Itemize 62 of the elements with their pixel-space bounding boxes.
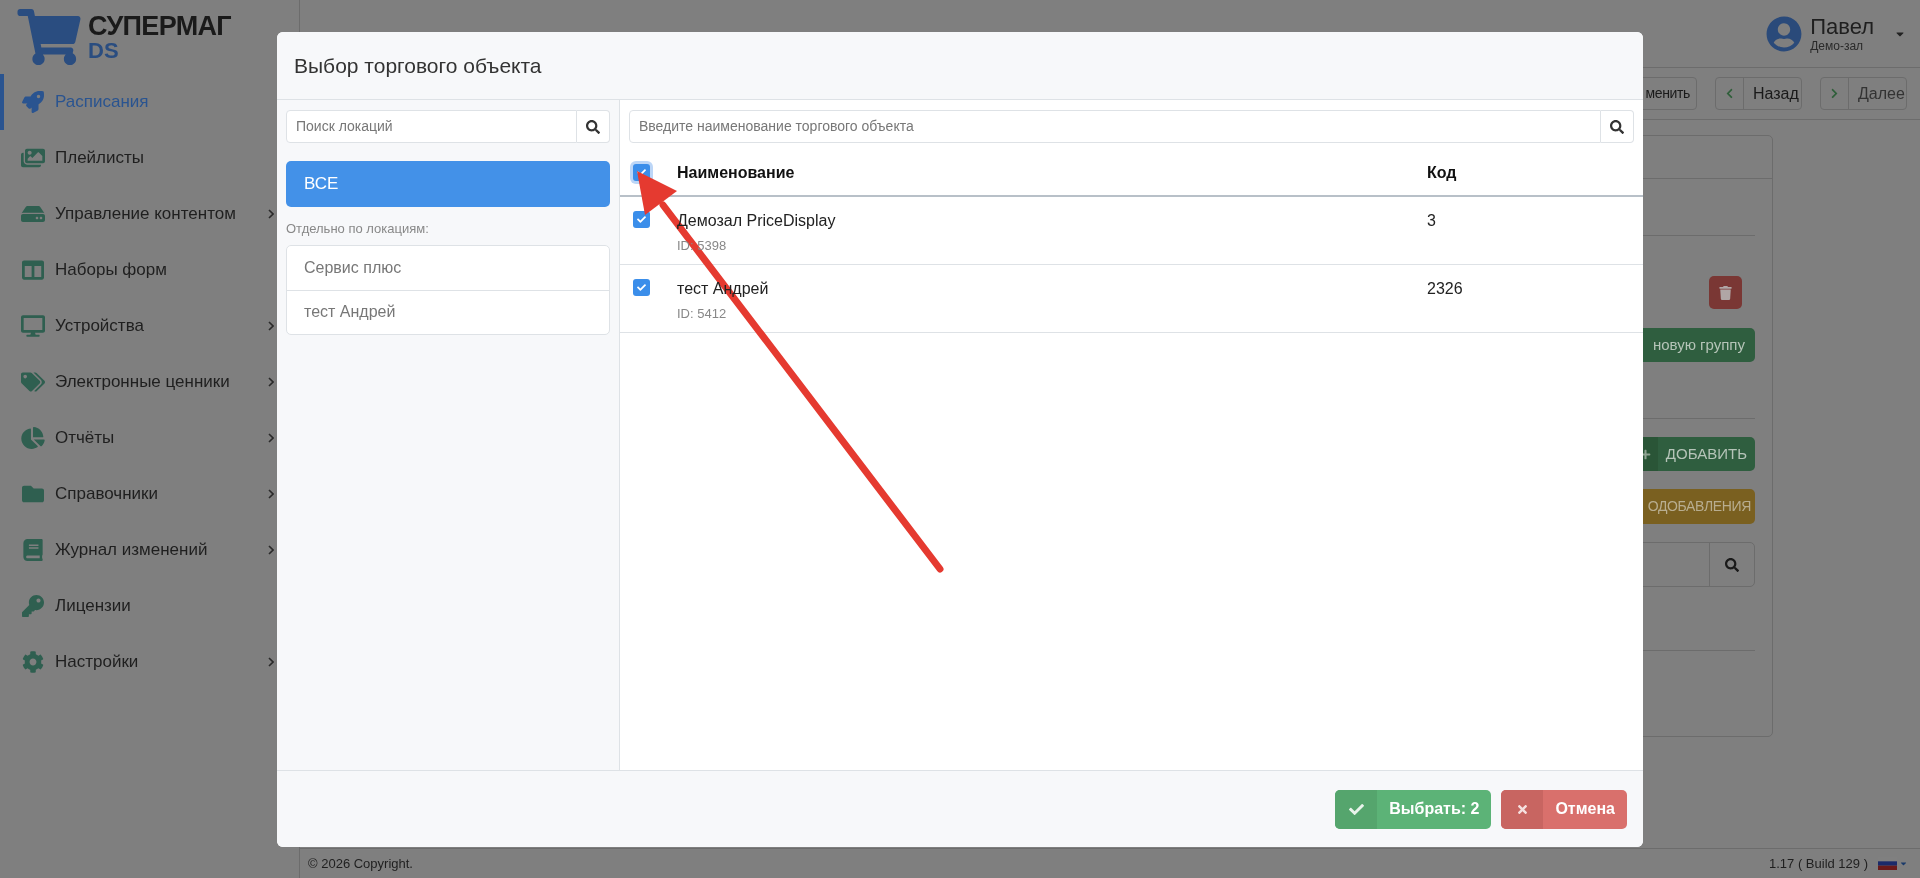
user-name[interactable]: Павел bbox=[1810, 15, 1874, 38]
location-item[interactable]: Сервис плюс bbox=[287, 245, 609, 290]
sidebar-item[interactable]: Наборы форм bbox=[0, 242, 276, 298]
images-icon bbox=[21, 147, 45, 169]
trash-icon bbox=[1719, 285, 1732, 300]
chevron-left-icon bbox=[1724, 88, 1735, 99]
checkbox[interactable] bbox=[633, 211, 650, 228]
logo-text: СУПЕРМАГ bbox=[88, 12, 231, 40]
folder-icon bbox=[21, 483, 45, 505]
check-icon bbox=[1348, 801, 1364, 817]
confirm-button[interactable]: Выбрать: 2 bbox=[1335, 789, 1492, 829]
settings-icon bbox=[21, 651, 45, 673]
next-button[interactable]: Далее bbox=[1820, 77, 1907, 110]
close-icon bbox=[1515, 802, 1529, 816]
monitor-icon bbox=[21, 315, 45, 337]
object-code: 3 bbox=[1427, 211, 1436, 231]
column-header: Код bbox=[1427, 162, 1457, 183]
version-text: 1.17 ( Build 129 ) bbox=[1769, 854, 1868, 873]
check-icon bbox=[637, 215, 646, 224]
check-icon bbox=[637, 283, 646, 292]
logo-suffix: DS bbox=[88, 39, 120, 62]
caret-icon bbox=[1899, 859, 1908, 868]
location-search-field[interactable]: Поиск локаций bbox=[286, 110, 577, 143]
search-button[interactable] bbox=[1601, 110, 1634, 143]
checkbox[interactable] bbox=[633, 279, 650, 296]
sidebar-item[interactable]: Устройства bbox=[0, 298, 276, 354]
columns-icon bbox=[21, 259, 45, 281]
search-icon bbox=[1610, 119, 1624, 134]
locations-label: Отдельно по локациям: bbox=[286, 220, 430, 238]
cart-logo-icon bbox=[16, 9, 82, 65]
cancel-button[interactable]: Отмена bbox=[1501, 789, 1627, 829]
rocket-icon bbox=[21, 91, 45, 113]
object-name: Демозал PriceDisplay bbox=[677, 211, 836, 231]
dialog-title: Выбор торгового объекта bbox=[294, 52, 542, 79]
all-locations-button[interactable]: ВСЕ bbox=[286, 161, 610, 207]
location-item[interactable]: тест Андрей bbox=[287, 289, 609, 334]
sidebar-item[interactable]: Лицензии bbox=[0, 578, 276, 634]
sidebar-item[interactable]: Справочники bbox=[0, 466, 276, 522]
object-code: 2326 bbox=[1427, 279, 1463, 299]
object-id: ID: 5412 bbox=[677, 305, 727, 323]
search-button[interactable] bbox=[577, 110, 610, 143]
object-search-field[interactable]: Введите наименование торгового объекта bbox=[629, 110, 1601, 143]
sidebar-item[interactable]: Настройки bbox=[0, 634, 276, 690]
drive-icon bbox=[21, 203, 45, 225]
key-icon bbox=[21, 595, 45, 617]
delete-button[interactable] bbox=[1709, 276, 1742, 309]
book-icon bbox=[21, 539, 45, 561]
sidebar-item[interactable]: Управление контентом bbox=[0, 186, 276, 242]
column-header: Наименование bbox=[677, 162, 796, 183]
sidebar-item[interactable]: Журнал изменений bbox=[0, 522, 276, 578]
sidebar-item[interactable]: Электронные ценники bbox=[0, 354, 276, 410]
user-role: Демо-зал bbox=[1810, 39, 1865, 52]
sidebar-item[interactable]: Плейлисты bbox=[0, 130, 276, 186]
back-button[interactable]: Назад bbox=[1715, 77, 1802, 110]
pie-chart-icon bbox=[21, 427, 45, 449]
chevron-right-icon bbox=[1829, 88, 1840, 99]
search-icon[interactable] bbox=[1725, 557, 1739, 572]
avatar-icon bbox=[1766, 15, 1803, 52]
tags-icon bbox=[21, 371, 45, 393]
copyright-text: © 2026 Copyright. bbox=[308, 854, 413, 873]
search-icon bbox=[586, 119, 600, 134]
sidebar-item[interactable]: Отчёты bbox=[0, 410, 276, 466]
